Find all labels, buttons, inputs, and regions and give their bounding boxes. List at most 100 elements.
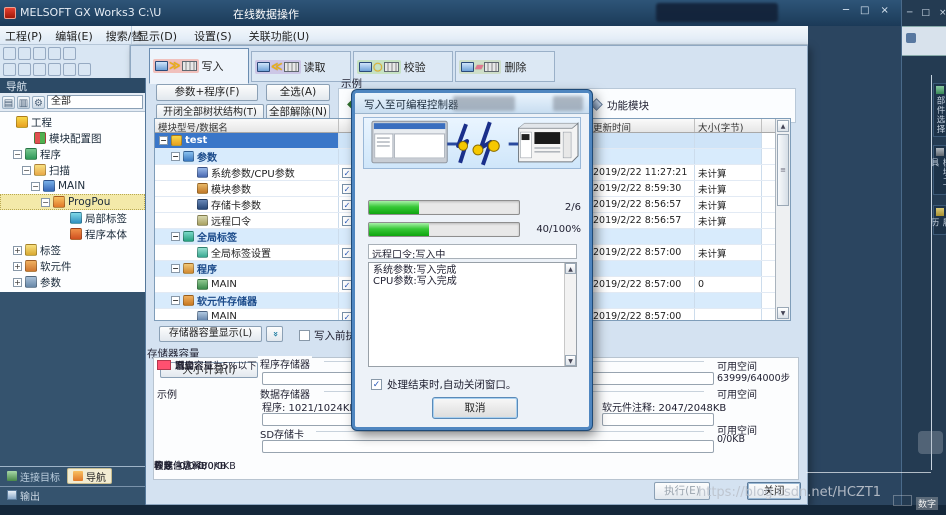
row-checkbox[interactable] (342, 312, 352, 322)
tree-item-label: 程序本体 (85, 227, 127, 242)
module-tool-icon (936, 148, 944, 156)
row-size: 未计算 (695, 245, 762, 260)
expander-icon[interactable]: − (159, 136, 168, 145)
row-checkbox[interactable] (342, 184, 352, 194)
expander-icon[interactable]: − (171, 296, 180, 305)
expander-icon[interactable]: − (22, 166, 31, 175)
operation-tab[interactable]: ≫ 写入 (149, 48, 249, 84)
expander-icon[interactable]: − (171, 264, 180, 273)
main-menu-item[interactable]: 搜索/替 (106, 28, 143, 44)
dock-tab-label: 履历 (928, 218, 946, 232)
tree-item[interactable]: − ProgPou (0, 194, 145, 210)
restore-icon[interactable]: □ (921, 8, 930, 18)
scrollbar-thumb[interactable]: ≡ (777, 134, 789, 206)
maximize-icon[interactable]: □ (860, 5, 869, 16)
select-all-button[interactable]: 全选(A) (266, 84, 330, 101)
row-updated: 2019/2/22 8:57:00 (590, 309, 695, 321)
expander-icon[interactable]: + (13, 246, 22, 255)
expander-icon[interactable]: − (41, 198, 50, 207)
remote-password-icon (197, 215, 208, 226)
operation-tab[interactable]: ▰ 删除 (455, 51, 555, 82)
tree-item[interactable]: + 软元件 (0, 258, 145, 274)
row-label: 模块参数 (211, 181, 251, 196)
row-updated (590, 149, 695, 164)
tree-filter-select[interactable]: 全部 (47, 95, 143, 109)
scroll-down-icon[interactable]: ▼ (565, 355, 576, 366)
tree-item[interactable]: 局部标签 (0, 210, 145, 226)
row-checkbox[interactable] (342, 200, 352, 210)
parameter-program-button[interactable]: 参数+程序(F) (156, 84, 258, 101)
main-menu-item[interactable]: 工程(P) (5, 28, 42, 44)
row-checkbox[interactable] (342, 216, 352, 226)
tab-label: 删除 (504, 59, 526, 75)
auto-close-checkbox[interactable] (371, 379, 382, 390)
minimize-icon[interactable]: ─ (907, 8, 912, 18)
panel-tab[interactable]: 导航 (67, 468, 112, 484)
main-menu-item[interactable]: 编辑(E) (55, 28, 93, 44)
tree-item-label: 工程 (31, 115, 52, 130)
dock-tab[interactable]: 模块工具 (933, 145, 946, 195)
tree-item[interactable]: 程序本体 (0, 226, 145, 242)
scroll-up-icon[interactable]: ▲ (777, 120, 789, 132)
tree-item[interactable]: − 程序 (0, 146, 145, 162)
row-checkbox[interactable] (342, 248, 352, 258)
operation-tab[interactable]: ≪ 读取 (251, 51, 351, 82)
precheck-checkbox[interactable] (299, 330, 310, 341)
progress-dialog-title: 写入至可编程控制器 (364, 97, 459, 112)
row-checkbox[interactable] (342, 168, 352, 178)
expander-icon[interactable]: − (31, 182, 40, 191)
tree-item[interactable]: + 参数 (0, 274, 145, 290)
tree-item[interactable]: + 标签 (0, 242, 145, 258)
minimize-icon[interactable]: ─ (843, 5, 849, 16)
dock-tab[interactable]: 履历 (933, 205, 946, 235)
row-updated: 2019/2/22 11:27:21 (590, 165, 695, 180)
sd-detail-label: 软元件注释: 0/0KB (154, 458, 236, 472)
expander-icon[interactable]: − (171, 232, 180, 241)
memory-capacity-display-button[interactable]: 存储器容量显示(L) (159, 326, 262, 342)
close-icon[interactable]: × (880, 5, 888, 16)
tree-item[interactable]: − MAIN (0, 178, 145, 194)
output-tab-row: 输出 (0, 486, 145, 503)
project-icon (16, 116, 28, 128)
row-checkbox[interactable] (342, 280, 352, 290)
parameter-folder-icon (25, 276, 37, 288)
expander-icon[interactable]: + (13, 262, 22, 271)
progress-dialog-titlebar[interactable]: 写入至可编程控制器 (355, 93, 589, 114)
tree-item[interactable]: 工程 (0, 114, 145, 130)
log-scrollbar[interactable]: ▲ ▼ (564, 263, 576, 366)
plc-icon (284, 62, 299, 72)
tab-label: 写入 (202, 58, 224, 74)
background-toolbar (902, 26, 946, 56)
device-memory-file-icon (197, 311, 208, 321)
expander-icon[interactable]: − (171, 152, 180, 161)
tree-item-label: 软元件 (40, 259, 72, 274)
column-size[interactable]: 大小(字节) (695, 119, 762, 132)
free-space-value: 0/0KB (717, 434, 745, 445)
panel-tab-label: 连接目标 (20, 469, 60, 484)
table-scrollbar[interactable]: ▲ ≡ ▼ (775, 119, 790, 320)
chevron-down-icon[interactable]: » (266, 326, 283, 342)
dialog-menu-item[interactable]: 显示(D) (138, 28, 177, 44)
label-folder-icon (25, 244, 37, 256)
cancel-button[interactable]: 取消 (432, 397, 518, 419)
tree-item[interactable]: − 扫描 (0, 162, 145, 178)
scroll-up-icon[interactable]: ▲ (565, 263, 576, 274)
row-label: 存储卡参数 (211, 197, 261, 212)
row-updated: 2019/2/22 8:57:00 (590, 245, 695, 260)
column-name[interactable]: 模块型号/数据名 (155, 119, 339, 132)
column-updated[interactable]: 更新时间 (590, 119, 695, 132)
percent-progress-label: 40/100% (505, 224, 581, 235)
dialog-menu-item[interactable]: 设置(S) (194, 28, 232, 44)
melsoft-app-icon (4, 7, 16, 19)
tree-item[interactable]: 模块配置图 (0, 130, 145, 146)
expander-icon[interactable]: − (13, 150, 22, 159)
close-icon[interactable]: × (939, 8, 946, 18)
operation-tab[interactable]: ○ 校验 (353, 51, 453, 82)
expander-icon[interactable]: + (13, 278, 22, 287)
output-panel-tab[interactable]: 输出 (2, 487, 45, 504)
dock-tab[interactable]: 部件选择 (933, 83, 946, 137)
panel-tab[interactable]: 连接目标 (2, 468, 65, 484)
dialog-menu-item[interactable]: 关联功能(U) (249, 28, 310, 44)
write-progress-dialog: 写入至可编程控制器 (352, 90, 592, 430)
scroll-down-icon[interactable]: ▼ (777, 307, 789, 319)
